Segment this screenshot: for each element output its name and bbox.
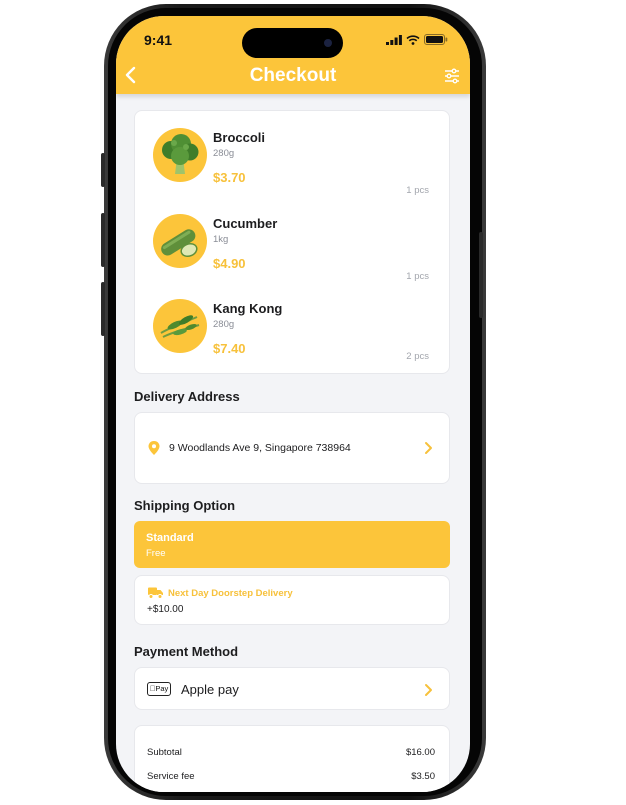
header-bar: 9:41 Checkout xyxy=(116,16,470,94)
item-price: $7.40 xyxy=(213,341,246,356)
summary-label-subtotal: Subtotal xyxy=(147,747,182,758)
order-summary-card: Subtotal $16.00 Service fee $3.50 xyxy=(134,725,450,792)
shipping-option-price: +$10.00 xyxy=(147,604,184,615)
payment-method-heading: Payment Method xyxy=(134,644,239,659)
shipping-option-next-day[interactable]: Next Day Doorstep Delivery +$10.00 xyxy=(134,575,450,625)
cart-item[interactable]: Broccoli 280g $3.70 1 pcs xyxy=(135,128,449,208)
location-pin-icon xyxy=(148,441,160,455)
signal-icon xyxy=(386,34,402,45)
shipping-option-label: Standard xyxy=(146,532,194,544)
delivery-truck-icon xyxy=(148,587,163,599)
cucumber-image xyxy=(153,214,207,268)
phone-volume-down xyxy=(101,282,105,336)
payment-method-label: Apple pay xyxy=(181,682,239,697)
item-price: $4.90 xyxy=(213,256,246,271)
summary-value-subtotal: $16.00 xyxy=(405,747,435,758)
cart-items-card: Broccoli 280g $3.70 1 pcs Cucumber 1kg $… xyxy=(134,110,450,374)
summary-label-service-fee: Service fee xyxy=(147,771,195,782)
item-price: $3.70 xyxy=(213,170,246,185)
chevron-right-icon xyxy=(425,442,432,454)
apple-pay-icon: Pay xyxy=(147,682,171,696)
dynamic-island xyxy=(242,28,343,58)
delivery-address-heading: Delivery Address xyxy=(134,389,240,404)
broccoli-image xyxy=(153,128,207,182)
item-name: Cucumber xyxy=(213,216,278,231)
summary-value-service-fee: $3.50 xyxy=(411,771,435,782)
shipping-option-standard[interactable]: Standard Free xyxy=(134,521,450,568)
status-bar: 9:41 xyxy=(116,16,470,60)
cart-item[interactable]: Kang Kong 280g $7.40 2 pcs xyxy=(135,299,449,379)
shipping-option-price: Free xyxy=(146,548,166,559)
item-quantity: 2 pcs xyxy=(406,351,429,362)
item-name: Kang Kong xyxy=(213,301,283,316)
item-quantity: 1 pcs xyxy=(406,271,429,282)
payment-method-card[interactable]: Pay Apple pay xyxy=(134,667,450,710)
app-screen: 9:41 Checkout Broccoli 280g $3.70 1 pcs … xyxy=(116,16,470,792)
shipping-option-heading: Shipping Option xyxy=(134,498,236,513)
status-time: 9:41 xyxy=(144,32,173,48)
wifi-icon xyxy=(406,34,420,45)
chevron-right-icon xyxy=(425,684,432,696)
item-quantity: 1 pcs xyxy=(406,185,429,196)
battery-icon xyxy=(424,34,448,45)
item-weight: 1kg xyxy=(213,234,229,245)
delivery-address-card[interactable]: 9 Woodlands Ave 9, Singapore 738964 xyxy=(134,412,450,484)
item-name: Broccoli xyxy=(213,130,266,145)
phone-power-button xyxy=(479,232,483,318)
address-text: 9 Woodlands Ave 9, Singapore 738964 xyxy=(169,442,351,454)
status-icons xyxy=(386,34,448,45)
camera-dot xyxy=(324,39,332,47)
cart-item[interactable]: Cucumber 1kg $4.90 1 pcs xyxy=(135,214,449,294)
filter-sliders-icon xyxy=(445,68,459,84)
phone-volume-up xyxy=(101,213,105,267)
filter-button[interactable] xyxy=(444,68,460,89)
kang-kong-image xyxy=(153,299,207,353)
shipping-option-label: Next Day Doorstep Delivery xyxy=(168,588,293,599)
page-title: Checkout xyxy=(249,65,337,86)
phone-mute-switch xyxy=(101,153,105,187)
item-weight: 280g xyxy=(213,148,235,159)
item-weight: 280g xyxy=(213,319,235,330)
